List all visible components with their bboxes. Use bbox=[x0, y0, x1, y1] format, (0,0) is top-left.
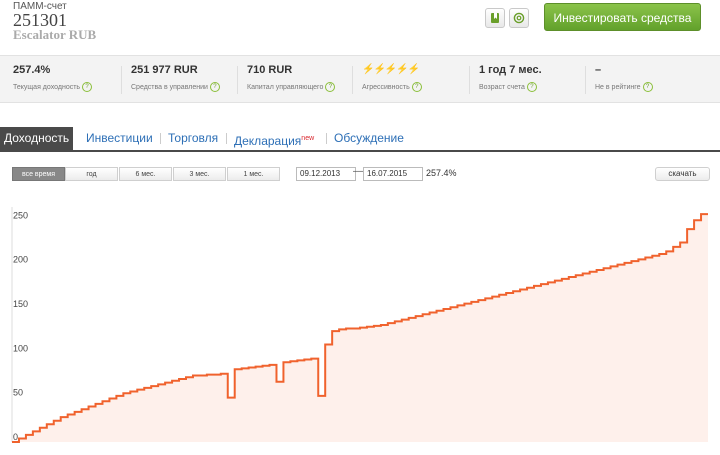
y-tick-label: 250 bbox=[13, 210, 28, 220]
at-sign-icon bbox=[513, 12, 525, 24]
y-tick-label: 100 bbox=[13, 343, 28, 353]
account-header: ПАММ-счет 251301 Escalator RUB Инвестиро… bbox=[0, 0, 720, 50]
stat-value: – bbox=[595, 64, 602, 76]
tab-declaration[interactable]: Декларацияnew bbox=[234, 127, 314, 150]
bookmark-button[interactable] bbox=[485, 8, 505, 28]
stat-label: Не в рейтинге bbox=[595, 83, 641, 91]
y-tick-label: 200 bbox=[13, 255, 28, 265]
stat-label: Агрессивность bbox=[362, 83, 410, 91]
help-icon[interactable]: ? bbox=[526, 82, 537, 92]
new-badge: new bbox=[301, 135, 315, 142]
period-1-month[interactable]: 1 мес. bbox=[227, 167, 280, 181]
stat-value: 251 977 RUR bbox=[131, 64, 198, 76]
tab-discussion[interactable]: Обсуждение bbox=[334, 127, 404, 150]
tab-yield[interactable]: Доходность bbox=[0, 127, 74, 150]
date-range-dash: — bbox=[353, 166, 363, 177]
stat-label: Средства в управлении bbox=[131, 83, 208, 91]
invest-button[interactable]: Инвестировать средства bbox=[544, 3, 701, 31]
download-button[interactable]: скачать bbox=[655, 167, 710, 181]
period-3-months[interactable]: 3 мес. bbox=[173, 167, 226, 181]
stat-funds: 251 977 RUR Средства в управлении? bbox=[131, 64, 220, 92]
lightning-icon: ⚡⚡⚡⚡⚡ bbox=[362, 64, 420, 75]
tab-trading[interactable]: Торговля bbox=[168, 127, 218, 150]
tab-investments[interactable]: Инвестиции bbox=[86, 127, 153, 150]
y-tick-label: 0 bbox=[13, 432, 18, 442]
help-icon[interactable]: ? bbox=[411, 82, 422, 92]
stat-current-yield: 257.4% Текущая доходность? bbox=[13, 64, 93, 92]
tab-label: Декларация bbox=[234, 134, 302, 148]
stat-label: Текущая доходность bbox=[13, 83, 81, 91]
help-icon[interactable]: ? bbox=[325, 82, 336, 92]
bookmark-icon bbox=[491, 13, 499, 23]
stat-label: Капитал управляющего bbox=[247, 83, 324, 91]
tab-bar: Доходность Инвестиции Торговля Деклараци… bbox=[0, 127, 720, 152]
stat-value: 1 год 7 мес. bbox=[479, 64, 542, 76]
y-tick-label: 150 bbox=[13, 299, 28, 309]
help-icon[interactable]: ? bbox=[642, 82, 653, 92]
stat-value: 710 RUR bbox=[247, 64, 293, 76]
stat-value: 257.4% bbox=[13, 64, 51, 76]
period-year[interactable]: год bbox=[65, 167, 118, 181]
period-all-time[interactable]: все время bbox=[12, 167, 65, 181]
account-name: Escalator RUB bbox=[13, 27, 97, 42]
date-to-input[interactable]: 16.07.2015 bbox=[363, 167, 423, 181]
stat-label: Возраст счета bbox=[479, 83, 525, 91]
stat-account-age: 1 год 7 мес. Возраст счета? bbox=[479, 64, 542, 92]
help-icon[interactable]: ? bbox=[209, 82, 220, 92]
yield-chart: 0 50 100 150 200 250 bbox=[11, 207, 708, 443]
stat-rating: – Не в рейтинге? bbox=[595, 64, 653, 92]
date-from-input[interactable]: 09.12.2013 bbox=[296, 167, 356, 181]
stat-aggressiveness: ⚡⚡⚡⚡⚡ Агрессивность? bbox=[362, 64, 422, 92]
stat-manager-capital: 710 RUR Капитал управляющего? bbox=[247, 64, 336, 92]
help-icon[interactable]: ? bbox=[82, 82, 93, 92]
range-yield: 257.4% bbox=[426, 168, 457, 178]
stats-bar: 257.4% Текущая доходность? 251 977 RUR С… bbox=[0, 55, 720, 103]
email-button[interactable] bbox=[509, 8, 529, 28]
period-6-months[interactable]: 6 мес. bbox=[119, 167, 172, 181]
y-tick-label: 50 bbox=[13, 388, 23, 398]
